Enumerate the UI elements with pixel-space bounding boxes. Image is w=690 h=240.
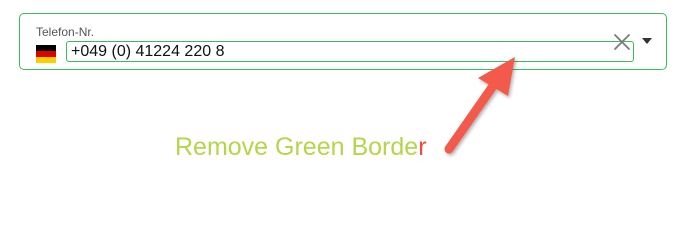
annotation-text-tail: r	[418, 133, 427, 161]
annotation-text: Remove Green Border	[175, 132, 427, 162]
phone-field-label: Telefon-Nr.	[36, 25, 95, 39]
phone-number-input[interactable]	[66, 41, 634, 62]
phone-number-field: Telefon-Nr.	[19, 13, 667, 70]
close-icon[interactable]	[613, 33, 631, 51]
flag-stripe-gold	[36, 57, 56, 63]
caret-down-icon[interactable]	[640, 34, 654, 48]
annotation-text-main: Remove Green Borde	[175, 133, 419, 161]
germany-flag-icon[interactable]	[36, 45, 56, 63]
